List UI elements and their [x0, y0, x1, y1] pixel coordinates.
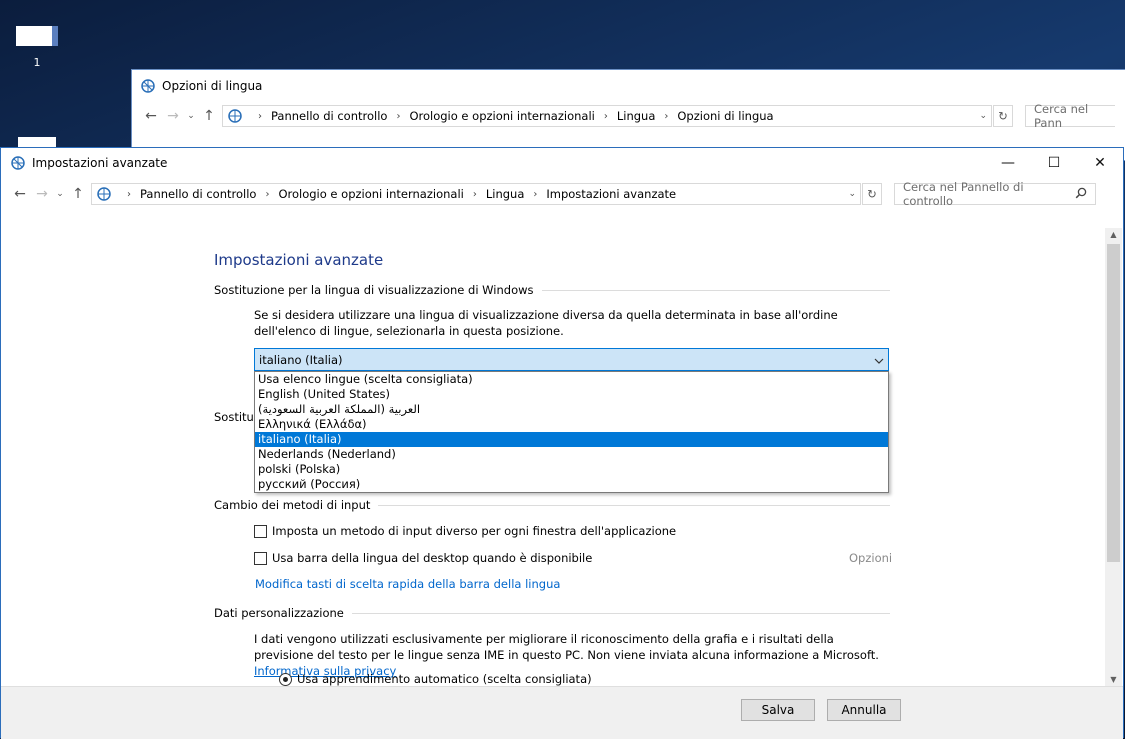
minimize-icon[interactable]: — [985, 148, 1031, 178]
back-address-bar[interactable]: › Pannello di controllo › Orologio e opz… [222, 105, 992, 127]
page-title: Impostazioni avanzate [214, 251, 384, 269]
checkbox-per-app-input[interactable]: Imposta un metodo di input diverso per o… [254, 524, 676, 538]
scroll-down-icon[interactable]: ▼ [1105, 675, 1122, 684]
override-description: Se si desidera utilizzare una lingua di … [254, 308, 838, 338]
breadcrumb-item[interactable]: Pannello di controllo [140, 187, 256, 201]
control-panel-icon [140, 78, 156, 94]
close-icon[interactable]: ✕ [1077, 148, 1123, 178]
checkbox[interactable] [254, 524, 267, 538]
section-input-methods: Cambio dei metodi di input [214, 498, 890, 512]
section-personalization: Dati personalizzazione [214, 606, 890, 620]
search-icon[interactable] [1075, 187, 1087, 202]
dropdown-option[interactable]: polski (Polska) [255, 462, 888, 477]
chevron-right-icon: › [533, 188, 538, 200]
dropdown-option[interactable]: Nederlands (Nederland) [255, 447, 888, 462]
back-window-title: Opzioni di lingua [162, 79, 263, 93]
chevron-down-icon[interactable]: ⌄ [848, 189, 856, 199]
hidden-section-title: Sostituz [214, 410, 260, 424]
front-window[interactable]: Impostazioni avanzate — ☐ ✕ ← → ⌄ ↑ › Pa… [0, 147, 1124, 739]
breadcrumb-item[interactable]: Pannello di controllo [271, 109, 387, 123]
options-link-disabled[interactable]: Opzioni [849, 551, 892, 565]
chevron-right-icon: › [258, 110, 262, 122]
hotkeys-link[interactable]: Modifica tasti di scelta rapida della ba… [255, 577, 560, 591]
front-window-title: Impostazioni avanzate [32, 156, 168, 170]
section-title: Cambio dei metodi di input [214, 498, 371, 512]
save-button[interactable]: Salva [741, 699, 815, 721]
up-arrow-icon[interactable]: ↑ [67, 186, 89, 202]
front-window-titlebar: Impostazioni avanzate [10, 155, 167, 171]
recent-chevron-icon[interactable]: ⌄ [184, 111, 198, 121]
display-language-select[interactable]: italiano (Italia) [254, 348, 889, 371]
up-arrow-icon[interactable]: ↑ [198, 108, 220, 124]
control-panel-icon [10, 155, 26, 171]
desktop-icon-partial[interactable] [18, 137, 56, 147]
divider [378, 504, 890, 506]
personalization-description: I dati vengono utilizzati esclusivamente… [254, 632, 879, 662]
radio-label: Usa apprendimento automatico (scelta con… [297, 672, 592, 686]
dropdown-option[interactable]: русский (Россия) [255, 477, 888, 492]
breadcrumb-item[interactable]: Opzioni di lingua [677, 109, 773, 123]
display-language-dropdown: Usa elenco lingue (scelta consigliata) E… [254, 371, 889, 493]
breadcrumb-item[interactable]: Impostazioni avanzate [546, 187, 676, 201]
checkbox-language-bar[interactable]: Usa barra della lingua del desktop quand… [254, 551, 592, 565]
radio-auto-learning[interactable]: Usa apprendimento automatico (scelta con… [279, 672, 592, 686]
maximize-icon[interactable]: ☐ [1031, 148, 1077, 178]
chevron-right-icon: › [664, 110, 669, 122]
dropdown-option[interactable]: العربية (المملكة العربية السعودية) [255, 402, 888, 417]
back-window-titlebar: Opzioni di lingua [140, 78, 262, 94]
scrollbar-thumb[interactable] [1107, 244, 1120, 562]
control-panel-icon [227, 108, 243, 124]
dropdown-option[interactable]: English (United States) [255, 387, 888, 402]
front-address-bar[interactable]: › Pannello di controllo › Orologio e opz… [91, 183, 861, 205]
radio-button[interactable] [279, 672, 292, 686]
front-search-input[interactable]: Cerca nel Pannello di controllo [894, 180, 1096, 208]
chevron-right-icon: › [396, 110, 401, 122]
section-override-display: Sostituzione per la lingua di visualizza… [214, 283, 890, 297]
section-title: Sostituzione per la lingua di visualizza… [214, 283, 534, 297]
desktop-icon-label: 1 [33, 56, 41, 69]
content-area: Impostazioni avanzate Sostituzione per l… [1, 228, 1107, 686]
desktop-icon[interactable]: 1 [14, 26, 60, 69]
back-arrow-icon[interactable]: ← [9, 186, 31, 202]
select-value: italiano (Italia) [259, 352, 343, 367]
checkbox-label: Imposta un metodo di input diverso per o… [272, 524, 677, 538]
chevron-down-icon[interactable] [874, 353, 884, 367]
back-search-input[interactable]: Cerca nel Pann [1025, 102, 1115, 130]
breadcrumb-item[interactable]: Lingua [486, 187, 525, 201]
breadcrumb-item[interactable]: Orologio e opzioni internazionali [278, 187, 463, 201]
chevron-right-icon: › [472, 188, 477, 200]
dropdown-option[interactable]: Usa elenco lingue (scelta consigliata) [255, 372, 888, 387]
chevron-right-icon: › [603, 110, 608, 122]
section-title: Dati personalizzazione [214, 606, 344, 620]
search-placeholder: Cerca nel Pann [1034, 102, 1089, 130]
checkbox[interactable] [254, 551, 267, 565]
control-panel-icon [96, 186, 112, 202]
cancel-button[interactable]: Annulla [827, 699, 901, 721]
checkbox-label: Usa barra della lingua del desktop quand… [272, 551, 593, 565]
divider [541, 289, 890, 291]
chevron-down-icon[interactable]: ⌄ [979, 111, 987, 121]
breadcrumb: › Pannello di controllo › Orologio e opz… [118, 187, 676, 201]
vertical-scrollbar[interactable]: ▲ ▼ [1105, 228, 1122, 686]
chevron-right-icon: › [127, 188, 131, 200]
scroll-up-icon[interactable]: ▲ [1105, 230, 1122, 239]
search-placeholder: Cerca nel Pannello di controllo [903, 180, 1024, 208]
forward-arrow-icon[interactable]: → [162, 108, 184, 124]
dialog-footer: Salva Annulla [1, 686, 1123, 739]
refresh-icon[interactable]: ↻ [993, 105, 1013, 127]
breadcrumb: › Pannello di controllo › Orologio e opz… [249, 109, 774, 123]
dropdown-option[interactable]: Ελληνικά (Ελλάδα) [255, 417, 888, 432]
breadcrumb-item[interactable]: Lingua [617, 109, 656, 123]
forward-arrow-icon[interactable]: → [31, 186, 53, 202]
file-icon [16, 26, 58, 46]
dropdown-option-selected[interactable]: italiano (Italia) [255, 432, 888, 447]
recent-chevron-icon[interactable]: ⌄ [53, 189, 67, 199]
chevron-right-icon: › [265, 188, 270, 200]
back-arrow-icon[interactable]: ← [140, 108, 162, 124]
divider [351, 612, 890, 614]
refresh-icon[interactable]: ↻ [862, 183, 882, 205]
breadcrumb-item[interactable]: Orologio e opzioni internazionali [409, 109, 594, 123]
window-controls: — ☐ ✕ [985, 148, 1123, 178]
